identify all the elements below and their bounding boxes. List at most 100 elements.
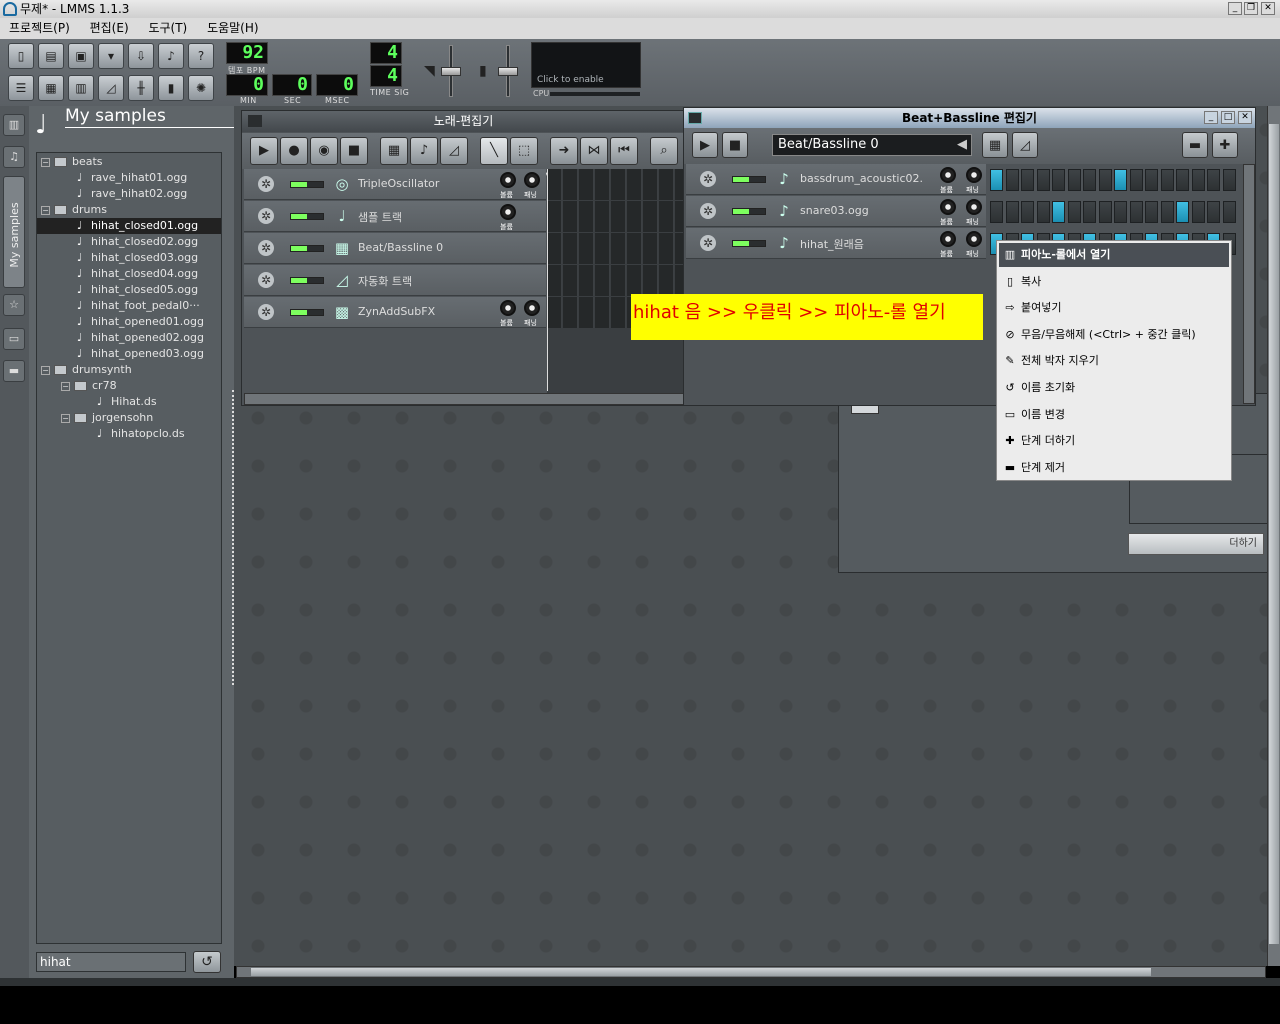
tree-file[interactable]: ♩ Hihat.ds — [81, 394, 157, 410]
my-projects-tab-icon[interactable]: ♫ — [3, 146, 25, 168]
menu-help[interactable]: 도움말(H) — [198, 18, 266, 39]
hscroll-thumb[interactable] — [251, 968, 1151, 976]
context-menu-item[interactable]: ▬ 단계 제거 — [999, 456, 1229, 480]
step-button[interactable] — [1176, 201, 1189, 223]
timeline-cell[interactable] — [643, 233, 658, 264]
step-button[interactable] — [1083, 201, 1096, 223]
timesig-denominator[interactable]: 4 — [370, 65, 402, 87]
zoom-icon[interactable]: ⌕ — [650, 137, 678, 165]
tree-file[interactable]: ♩ rave_hihat02.ogg — [61, 186, 187, 202]
step-button[interactable] — [1222, 169, 1236, 191]
tree-expand-icon[interactable]: − — [41, 205, 50, 215]
mute-toggle[interactable] — [290, 213, 324, 220]
add-button[interactable]: 더하기 — [1128, 533, 1264, 555]
playhead-line[interactable] — [547, 169, 548, 391]
track-settings-gear-icon[interactable]: ✲ — [258, 272, 274, 288]
timeline-cell[interactable] — [627, 233, 642, 264]
timeline-cell[interactable] — [611, 265, 626, 296]
track-name[interactable]: TripleOscillator — [358, 177, 439, 190]
timeline-cell[interactable] — [547, 201, 562, 232]
volume-knob[interactable] — [940, 167, 956, 183]
tree-expand-icon[interactable]: − — [61, 381, 70, 391]
step-button[interactable] — [1129, 201, 1143, 223]
step-button[interactable] — [1114, 169, 1127, 191]
computer-tab-icon[interactable]: ▬ — [3, 360, 25, 382]
tempo-display[interactable]: 92 — [226, 42, 268, 64]
bb-track[interactable]: ✲ ♪ hihat_원래음 볼륨 패닝 — [686, 228, 986, 259]
close-button[interactable]: ✕ — [1261, 2, 1275, 15]
master-volume-slider[interactable] — [441, 45, 461, 97]
timeline-cell[interactable] — [563, 297, 578, 328]
timeline-cell[interactable] — [659, 201, 674, 232]
bb-vertical-scrollbar[interactable] — [1243, 164, 1255, 404]
step-button[interactable] — [1160, 201, 1174, 223]
beat-bassline-editor-icon[interactable]: ▦ — [38, 75, 64, 101]
context-menu-item[interactable]: ✚ 단계 더하기 — [999, 429, 1229, 453]
add-steps-icon[interactable]: ✚ — [1212, 132, 1238, 158]
tree-file[interactable]: ♩ hihat_foot_pedal0··· — [61, 298, 200, 314]
tree-file[interactable]: ♩ rave_hihat01.ogg — [61, 170, 187, 186]
step-button[interactable] — [1036, 169, 1050, 191]
tree-expand-icon[interactable]: − — [41, 365, 50, 375]
step-button[interactable] — [1005, 201, 1019, 223]
file-tree[interactable]: − beats ♩ rave_hihat01.ogg ♩ rave_hihat02.ogg… — [36, 152, 222, 944]
timeline-cell[interactable] — [547, 265, 562, 296]
step-button[interactable] — [1145, 201, 1158, 223]
volume-knob[interactable] — [940, 199, 956, 215]
tree-folder[interactable]: − beats — [41, 154, 103, 170]
track-name[interactable]: snare03.ogg — [800, 204, 869, 217]
bb-play-icon[interactable]: ▶ — [692, 132, 718, 158]
panning-knob[interactable] — [966, 167, 982, 183]
timesig-numerator[interactable]: 4 — [370, 42, 402, 64]
track-name[interactable]: Beat/Bassline 0 — [358, 241, 443, 254]
track-settings-gear-icon[interactable]: ✲ — [258, 208, 274, 224]
track-settings-gear-icon[interactable]: ✲ — [700, 203, 716, 219]
step-button[interactable] — [1098, 169, 1112, 191]
my-presets-tab-icon[interactable]: ☆ — [3, 294, 25, 316]
timeline-cell[interactable] — [579, 169, 594, 200]
bb-add-automation-icon[interactable]: ◿ — [1012, 132, 1038, 158]
help-icon[interactable]: ? — [188, 43, 214, 69]
track-settings-gear-icon[interactable]: ✲ — [258, 304, 274, 320]
step-button[interactable] — [1222, 201, 1236, 223]
export-icon[interactable]: ♪ — [158, 43, 184, 69]
tree-file[interactable]: ♩ hihat_closed05.ogg — [61, 282, 198, 298]
step-button[interactable] — [1114, 201, 1127, 223]
loop-points-icon[interactable]: ⋈ — [580, 137, 608, 165]
volume-knob[interactable] — [500, 204, 516, 220]
step-button[interactable] — [1129, 169, 1143, 191]
volume-knob[interactable] — [500, 172, 516, 188]
mute-toggle[interactable] — [732, 176, 766, 183]
vscroll-thumb[interactable] — [1269, 124, 1279, 944]
timeline-cell[interactable] — [595, 265, 610, 296]
recent-projects-icon[interactable]: ▾ — [98, 43, 124, 69]
move-forward-icon[interactable]: ➜ — [550, 137, 578, 165]
bb-stop-icon[interactable]: ■ — [722, 132, 748, 158]
mute-toggle[interactable] — [732, 240, 766, 247]
tree-folder[interactable]: − drumsynth — [41, 362, 132, 378]
fx-mixer-icon[interactable]: ╫ — [128, 75, 154, 101]
tree-file[interactable]: ♩ hihatopclo.ds — [81, 426, 185, 442]
cpu-graph[interactable]: Click to enable — [531, 42, 641, 88]
timeline-cell[interactable] — [579, 233, 594, 264]
panning-knob[interactable] — [966, 231, 982, 247]
tree-folder[interactable]: − jorgensohn — [61, 410, 153, 426]
bb-maximize-button[interactable]: □ — [1221, 111, 1235, 124]
timeline-cell[interactable] — [595, 169, 610, 200]
step-button[interactable] — [1052, 169, 1065, 191]
volume-knob[interactable] — [500, 300, 516, 316]
pattern-selector[interactable]: Beat/Bassline 0 ◀ — [772, 134, 972, 156]
bb-minimize-button[interactable]: _ — [1204, 111, 1218, 124]
track-settings-gear-icon[interactable]: ✲ — [700, 171, 716, 187]
step-button[interactable] — [1005, 169, 1019, 191]
track-name[interactable]: 자동화 트랙 — [358, 273, 412, 289]
new-from-template-icon[interactable]: ▤ — [38, 43, 64, 69]
step-button[interactable] — [1191, 201, 1205, 223]
timeline-cell[interactable] — [659, 169, 674, 200]
record-icon[interactable]: ● — [280, 137, 308, 165]
track-name[interactable]: hihat_원래음 — [800, 236, 864, 252]
master-pitch-knob[interactable] — [498, 67, 518, 76]
mute-toggle[interactable] — [290, 245, 324, 252]
tree-expand-icon[interactable]: − — [61, 413, 70, 423]
tree-file[interactable]: ♩ hihat_closed01.ogg — [37, 218, 221, 234]
